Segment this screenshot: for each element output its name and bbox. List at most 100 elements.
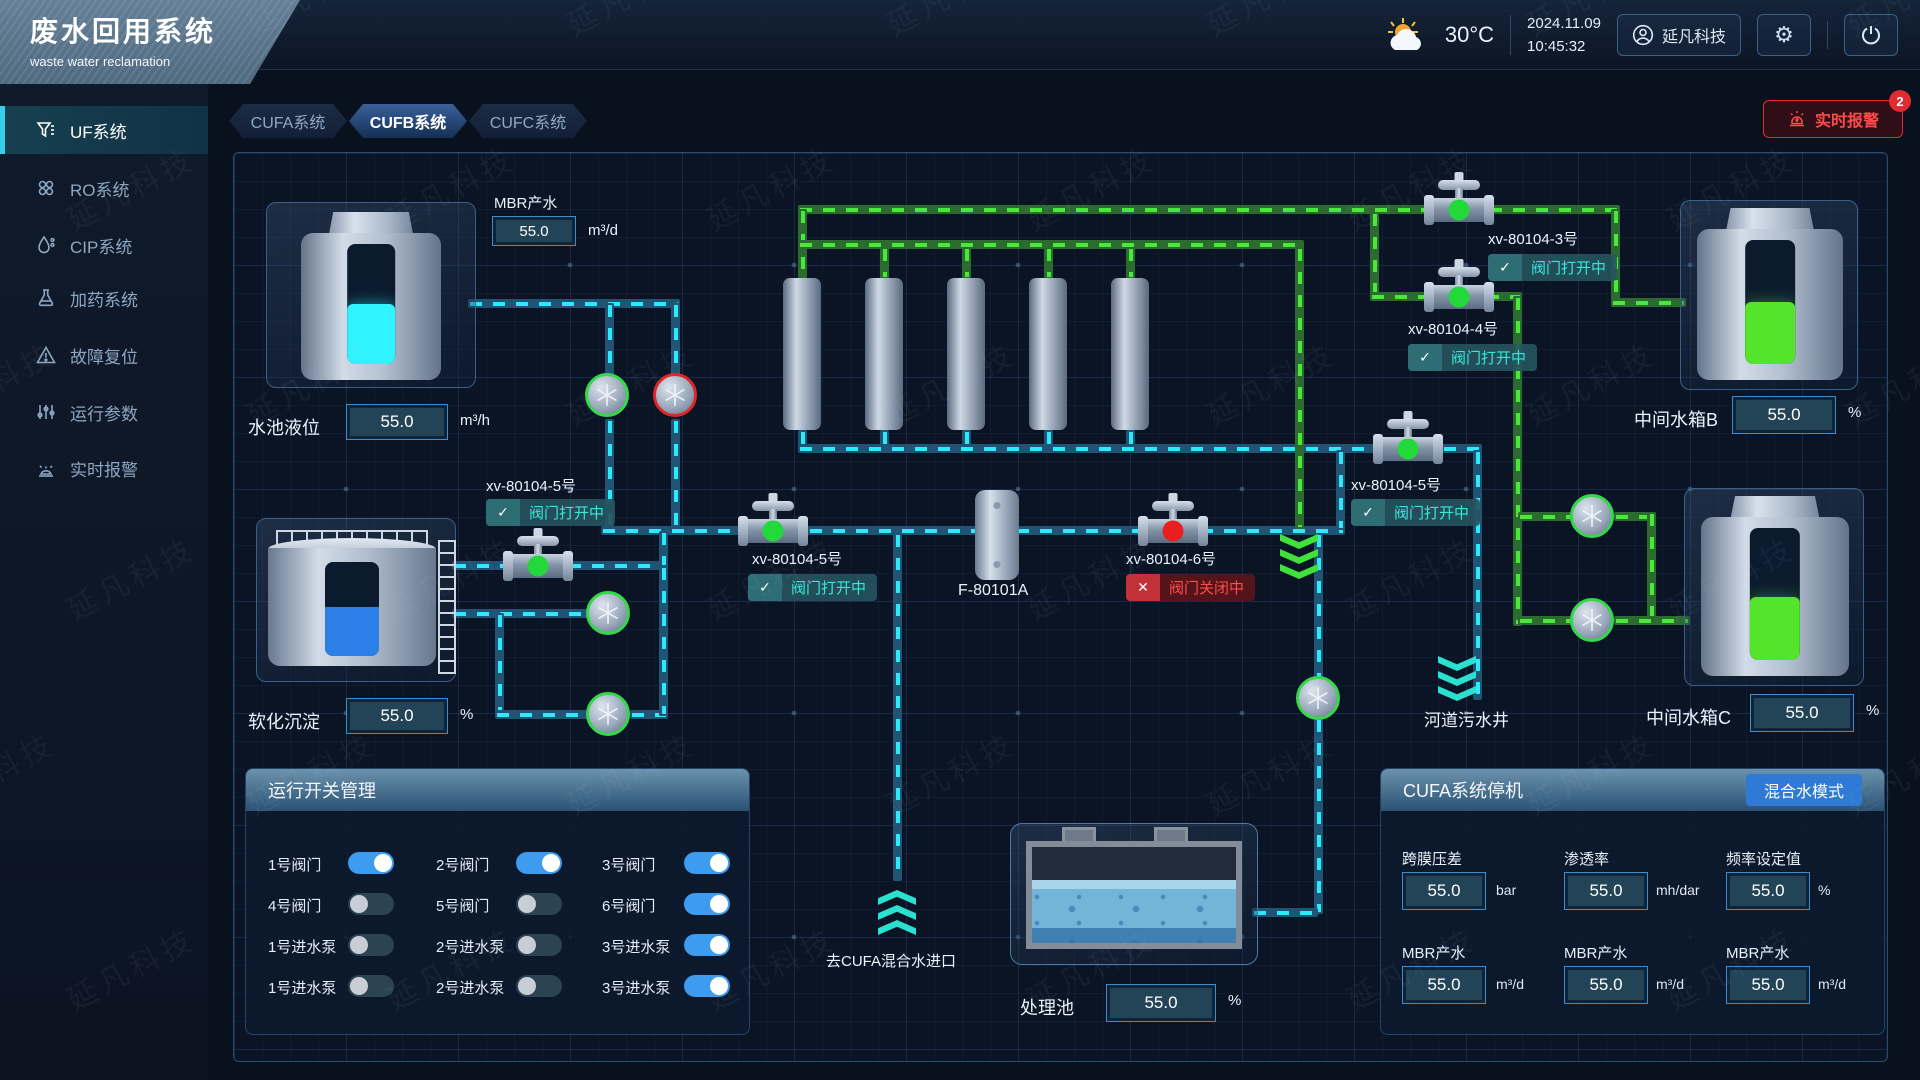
tab-cufa[interactable]: CUFA系统 — [229, 104, 347, 138]
switch-label: 3号进水泵 — [602, 977, 670, 998]
clover-icon — [36, 178, 56, 198]
pipe — [1126, 247, 1135, 279]
sidebar-item-run-params[interactable]: 运行参数 — [0, 388, 208, 436]
tab-label: CUFB系统 — [370, 109, 446, 133]
valve-xv-80104-3[interactable] — [1426, 176, 1492, 222]
info-panel-title: CUFA系统停机 — [1403, 777, 1523, 803]
pipe — [962, 247, 971, 279]
gauge-label: 处理池 — [1020, 994, 1074, 1020]
gauge-unit: % — [1848, 404, 1861, 421]
tab-cufb[interactable]: CUFB系统 — [349, 104, 467, 138]
gauge-label: 中间水箱B — [1634, 406, 1718, 432]
toggle-valve-4[interactable] — [348, 893, 394, 915]
settings-button[interactable]: ⚙ — [1757, 14, 1811, 56]
tank-level — [347, 304, 395, 364]
gauge-value: 55.0 — [492, 216, 576, 246]
toggle-pump-5[interactable] — [516, 975, 562, 997]
switch-label: 2号进水泵 — [436, 977, 504, 998]
gauge-value: 55.0 — [346, 404, 448, 440]
realtime-alarm-button[interactable]: 实时报警 2 — [1763, 100, 1903, 138]
company-name: 延凡科技 — [1662, 23, 1726, 47]
valve-status-tag: 阀门打开中 — [748, 574, 877, 601]
valve-xv-80104-5-left[interactable] — [505, 532, 571, 578]
sidebar-item-realtime-alarm[interactable]: 实时报警 — [0, 444, 208, 492]
field-label: MBR产水 — [1402, 942, 1465, 963]
check-icon — [1488, 254, 1522, 281]
siren-icon — [1787, 109, 1807, 129]
pipe — [1252, 908, 1318, 917]
pipe — [798, 205, 1620, 214]
sidebar-item-cip[interactable]: CIP系统 — [0, 221, 208, 269]
pipe — [893, 533, 902, 881]
pump — [586, 692, 630, 736]
switch-label: 1号进水泵 — [268, 977, 336, 998]
valve-status-tag: 阀门打开中 — [1488, 254, 1617, 281]
sidebar-item-fault-reset[interactable]: 故障复位 — [0, 331, 208, 379]
check-icon — [1351, 499, 1385, 526]
valve-status-tag: 阀门打开中 — [1408, 344, 1537, 371]
toggle-valve-2[interactable] — [516, 852, 562, 874]
pump — [1570, 494, 1614, 538]
mix-water-mode-button[interactable]: 混合水模式 — [1746, 774, 1862, 806]
toggle-valve-1[interactable] — [348, 852, 394, 874]
uf-membrane — [865, 278, 903, 430]
check-icon — [1408, 344, 1442, 371]
app-logo: 废水回用系统 waste water reclamation — [0, 0, 300, 84]
sidebar-item-ro[interactable]: RO系统 — [0, 164, 208, 212]
datetime: 2024.11.09 10:45:32 — [1527, 12, 1601, 58]
valve-state-dot — [1163, 521, 1184, 542]
field-unit: bar — [1496, 882, 1516, 898]
tab-cufc[interactable]: CUFC系统 — [469, 104, 587, 138]
switch-label: 3号阀门 — [602, 854, 655, 875]
toggle-valve-6[interactable] — [684, 893, 730, 915]
pipe — [468, 299, 680, 308]
toggle-valve-5[interactable] — [516, 893, 562, 915]
toggle-pump-1[interactable] — [348, 934, 394, 956]
alarm-button-label: 实时报警 — [1815, 107, 1879, 131]
field-label: MBR产水 — [1726, 942, 1789, 963]
uf-membrane — [947, 278, 985, 430]
field-value: 55.0 — [1726, 872, 1810, 910]
pipe — [659, 531, 668, 567]
toggle-pump-3[interactable] — [684, 934, 730, 956]
valve-xv-80104-6[interactable] — [1140, 497, 1206, 543]
gauge-label: 中间水箱C — [1646, 704, 1731, 730]
filter-vessel — [975, 490, 1019, 580]
valve-xv-80104-5-right[interactable] — [1375, 415, 1441, 461]
river-well-label: 河道污水井 — [1424, 706, 1509, 731]
valve-id: xv-80104-5号 — [752, 548, 842, 569]
toggle-pump-2[interactable] — [516, 934, 562, 956]
toggle-valve-3[interactable] — [684, 852, 730, 874]
valve-id: xv-80104-5号 — [486, 475, 576, 496]
valve-xv-80104-4[interactable] — [1426, 263, 1492, 309]
valve-state-dot — [1449, 287, 1470, 308]
valve-state-dot — [1449, 200, 1470, 221]
pipe — [671, 303, 680, 377]
user-icon — [1632, 24, 1654, 46]
tank-level — [325, 607, 379, 656]
pipe — [601, 526, 1345, 535]
field-label: 跨膜压差 — [1402, 848, 1462, 869]
sidebar-item-uf[interactable]: UF系统 — [0, 106, 208, 154]
pipe — [1370, 212, 1379, 296]
field-label: 频率设定值 — [1726, 848, 1801, 869]
power-button[interactable] — [1844, 14, 1898, 56]
pump — [1296, 676, 1340, 720]
pipe — [659, 566, 668, 716]
sidebar-item-dosing[interactable]: 加药系统 — [0, 274, 208, 322]
divider — [1510, 15, 1511, 55]
switch-label: 2号进水泵 — [436, 936, 504, 957]
toggle-pump-6[interactable] — [684, 975, 730, 997]
switch-label: 5号阀门 — [436, 895, 489, 916]
valve-state-dot — [1398, 439, 1419, 460]
toggle-pump-4[interactable] — [348, 975, 394, 997]
tank-c — [1701, 496, 1849, 676]
app-title: 废水回用系统 — [30, 10, 300, 50]
ladder — [438, 540, 456, 674]
user-button[interactable]: 延凡科技 — [1617, 14, 1741, 56]
bell-icon — [36, 458, 56, 478]
sidebar-item-label: 故障复位 — [70, 343, 138, 368]
valve-id: xv-80104-6号 — [1126, 548, 1216, 569]
valve-xv-80104-5-mid[interactable] — [740, 497, 806, 543]
pipe — [1518, 616, 1572, 625]
